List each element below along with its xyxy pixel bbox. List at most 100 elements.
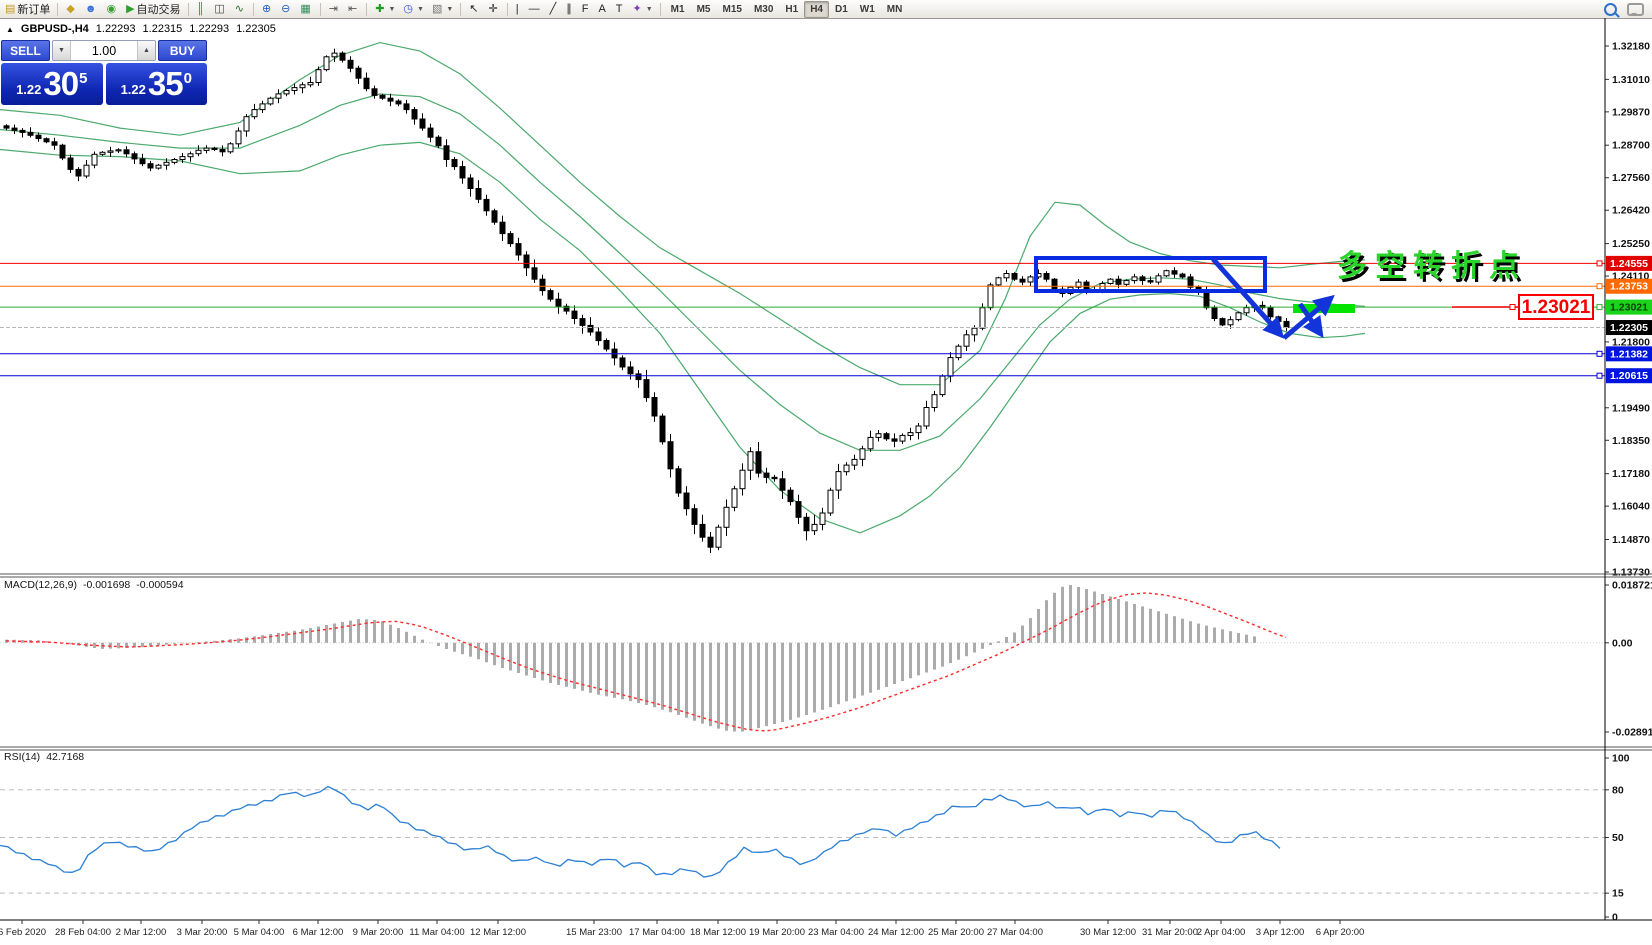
candle-body [235,130,242,145]
fibonacci-icon: F [581,2,589,15]
chart-shift-icon[interactable]: ⇤ [344,1,363,18]
arrows-icon[interactable]: ✦ ▼ [629,1,657,18]
date-axis-label: 3 Mar 20:00 [177,927,228,938]
tf-w1[interactable]: W1 [854,1,881,18]
horizontal-line-icon[interactable]: — [525,1,546,18]
chart-canvas[interactable]: 1.23021多空转折点多空转折点1.321801.310101.298701.… [0,18,1652,945]
tf-mn[interactable]: MN [881,1,909,18]
level-handle[interactable] [1596,260,1603,267]
candle-body [203,147,210,151]
macd-indicator-label: MACD(12,26,9) -0.001698 -0.000594 [4,579,184,591]
signals-icon[interactable]: ◉ [102,1,122,18]
candle-body [587,324,594,333]
cursor-icon[interactable]: ↖ [465,1,484,18]
candle-body [979,307,986,329]
templates-icon[interactable]: ▧ ▼ [428,1,457,18]
rsi-axis-label: 0 [1612,912,1618,924]
tile-windows-icon[interactable]: ▦ [296,1,316,18]
level-handle[interactable] [1596,283,1603,290]
zoom-in-icon[interactable]: ⊕ [258,1,277,18]
search-icon[interactable] [1604,2,1617,16]
macd-axis-label: 0.00 [1612,637,1633,649]
candle-body [251,109,258,118]
callout-handle[interactable] [1509,304,1516,310]
new-order-icon: ▤ [5,2,16,15]
auto-trading-button[interactable]: ▶ 自动交易 [122,1,184,18]
price-axis-label: 1.14870 [1612,534,1650,546]
tf-h1[interactable]: H1 [779,1,804,18]
candle-body [843,464,850,473]
buy-price-box[interactable]: 1.22 35 0 [105,63,207,105]
ohlc-high: 1.22315 [142,23,183,35]
price-axis-label: 1.18350 [1612,435,1650,447]
market-watch-icon[interactable]: ◆ [62,1,80,18]
bar-chart-icon[interactable]: ║ [193,1,211,18]
date-axis-label: 6 Apr 20:00 [1316,927,1365,938]
toolbar: ▤ 新订单 ◆ ☻ ◉ ▶ 自动交易 ║ ◫ ∿ ⊕ ⊖ ▦ ⇥ ⇤ ✚ ▼ ◷ ▼ ▧ ▼ ↖ ✛ | — ╱ ∥ F A T ✦ ▼ M1 M… [0,0,1652,19]
line-chart-icon[interactable]: ∿ [231,1,250,18]
text-icon[interactable]: A [594,1,611,18]
candle-body [467,177,474,189]
level-handle[interactable] [1596,304,1603,311]
chevron-down-icon[interactable]: ▼ [446,6,453,13]
chevron-down-icon[interactable]: ▼ [388,6,395,13]
tf-d1[interactable]: D1 [829,1,854,18]
new-order-button[interactable]: ▤ 新订单 [1,1,54,18]
candle-body [75,168,82,177]
chevron-down-icon[interactable]: ▼ [646,6,653,13]
sell-price-box[interactable]: 1.22 30 5 [1,63,103,105]
symbol-period: GBPUSD-,H4 [20,23,89,35]
price-axis-label: 1.31010 [1612,74,1650,86]
signals-icon: ◉ [106,2,117,15]
tf-m30[interactable]: M30 [748,1,779,18]
level-handle[interactable] [1596,350,1603,357]
vertical-line-icon[interactable]: | [512,1,525,18]
ohlc-close: 1.22305 [236,23,276,35]
candle-body [619,357,626,368]
candle-body [811,523,818,532]
periods-icon[interactable]: ◷ ▼ [399,1,428,18]
volume-input[interactable] [71,41,137,60]
candle-body [275,93,282,99]
macd-value: -0.001698 [82,579,131,591]
candle-body [427,127,434,138]
candle-body [51,141,58,146]
candle-body [675,468,682,494]
volume-up-button[interactable]: ▲ [137,41,155,60]
date-axis-label: 18 Mar 12:00 [690,927,746,938]
price-badge-label: 1.22305 [1610,322,1648,334]
level-handle[interactable] [1596,372,1603,379]
candle-body [379,94,386,99]
price-axis-label: 1.29870 [1612,106,1650,118]
candle-body [11,127,18,131]
price-axis-label: 1.16040 [1612,501,1650,513]
tf-h1-label: H1 [785,3,799,15]
tf-h4[interactable]: H4 [804,0,829,18]
candle-body [339,52,346,61]
tf-m1[interactable]: M1 [665,1,691,18]
candle-body [475,188,482,200]
crosshair-icon[interactable]: ✛ [485,1,504,18]
volume-down-button[interactable]: ▼ [53,41,71,60]
tf-m5[interactable]: M5 [691,1,717,18]
text-label-icon[interactable]: T [612,1,629,18]
profiles-icon[interactable]: ☻ [81,1,103,18]
zoom-out-icon[interactable]: ⊖ [277,1,296,18]
candle-body [603,340,610,350]
sell-button[interactable]: SELL [1,40,50,61]
auto-scroll-icon[interactable]: ⇥ [325,1,344,18]
date-axis-label: 5 Mar 04:00 [234,927,285,938]
trendline-icon[interactable]: ╱ [546,1,563,18]
equidistant-channel-icon[interactable]: ∥ [562,1,578,18]
buy-button[interactable]: BUY [158,40,207,61]
horizontal-line-icon: — [528,2,540,15]
tf-m15[interactable]: M15 [716,1,747,18]
date-axis-label: 19 Mar 20:00 [749,927,805,938]
chevron-down-icon[interactable]: ▼ [417,6,424,13]
candlestick-chart-icon[interactable]: ◫ [210,1,230,18]
add-indicator-icon[interactable]: ✚ ▼ [371,1,399,18]
text-icon: A [598,2,606,15]
candle-body [371,88,378,96]
chat-icon[interactable] [1627,2,1644,16]
fibonacci-icon[interactable]: F [578,1,595,18]
